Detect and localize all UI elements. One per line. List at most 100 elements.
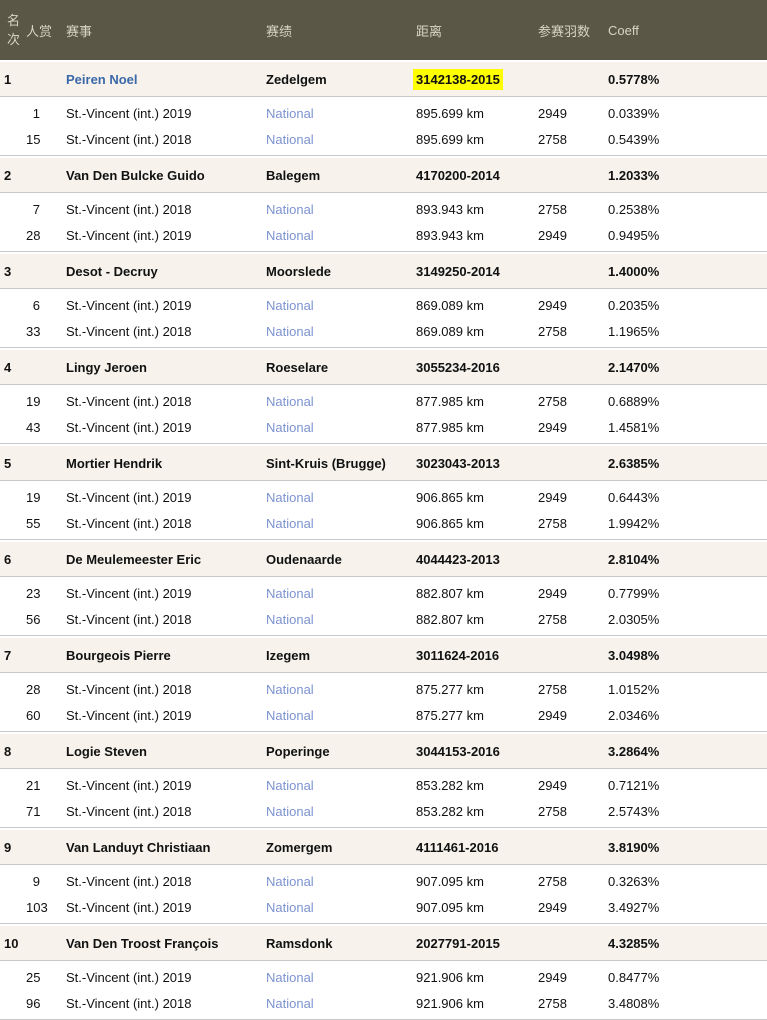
place-cell: 103 [26,900,62,915]
birds-count-cell: 2758 [534,324,604,339]
fancier-name-link[interactable]: Bourgeois Pierre [66,648,171,663]
national-result-link[interactable]: National [266,420,314,435]
result-coeff-cell: 2.5743% [604,804,767,819]
ring-number-cell: 3011624-2016 [416,648,499,663]
ring-number-cell: 3149250-2014 [416,264,500,279]
result-coeff-cell: 0.6443% [604,490,767,505]
event-cell: St.-Vincent (int.) 2018 [62,324,262,339]
fancier-name-link[interactable]: De Meulemeester Eric [66,552,201,567]
place-cell: 9 [26,874,62,889]
national-result-link[interactable]: National [266,132,314,147]
event-cell: St.-Vincent (int.) 2019 [62,586,262,601]
fancier-name-link[interactable]: Van Landuyt Christiaan [66,840,210,855]
national-result-link[interactable]: National [266,394,314,409]
rank-cell: 8 [4,744,26,759]
national-result-link[interactable]: National [266,516,314,531]
result-row: 6 St.-Vincent (int.) 2019 National 869.0… [0,292,767,318]
fancier-name-link[interactable]: Peiren Noel [66,72,138,87]
result-coeff-cell: 1.9942% [604,516,767,531]
result-coeff-cell: 2.0346% [604,708,767,723]
ranking-group: 1 Peiren Noel Zedelgem 3142138-2015 0.57… [0,62,767,156]
results-block: 28 St.-Vincent (int.) 2018 National 875.… [0,672,767,732]
place-cell: 21 [26,778,62,793]
rank-cell: 9 [4,840,26,855]
distance-cell: 893.943 km [412,202,534,217]
place-cell: 33 [26,324,62,339]
distance-cell: 875.277 km [412,682,534,697]
national-result-link[interactable]: National [266,490,314,505]
city-cell: Moorslede [262,264,412,279]
national-result-link[interactable]: National [266,804,314,819]
national-result-link[interactable]: National [266,900,314,915]
result-coeff-cell: 0.9495% [604,228,767,243]
distance-cell: 869.089 km [412,324,534,339]
national-result-link[interactable]: National [266,298,314,313]
national-result-link[interactable]: National [266,586,314,601]
fancier-name-link[interactable]: Desot - Decruy [66,264,158,279]
city-cell: Sint-Kruis (Brugge) [262,456,412,471]
city-cell: Roeselare [262,360,412,375]
birds-count-cell: 2949 [534,298,604,313]
national-result-link[interactable]: National [266,778,314,793]
group-coeff-cell: 4.3285% [604,936,767,951]
city-cell: Zedelgem [262,72,412,87]
column-header-birds: 参赛羽数 [534,21,604,40]
birds-count-cell: 2758 [534,874,604,889]
event-cell: St.-Vincent (int.) 2018 [62,612,262,627]
place-cell: 96 [26,996,62,1011]
group-coeff-cell: 3.8190% [604,840,767,855]
ring-number-cell: 4044423-2013 [416,552,500,567]
result-row: 23 St.-Vincent (int.) 2019 National 882.… [0,580,767,606]
event-cell: St.-Vincent (int.) 2018 [62,996,262,1011]
result-coeff-cell: 3.4927% [604,900,767,915]
event-cell: St.-Vincent (int.) 2019 [62,298,262,313]
result-row: 55 St.-Vincent (int.) 2018 National 906.… [0,510,767,536]
national-result-link[interactable]: National [266,106,314,121]
fancier-summary-row: 9 Van Landuyt Christiaan Zomergem 411146… [0,830,767,864]
national-result-link[interactable]: National [266,612,314,627]
result-coeff-cell: 0.7799% [604,586,767,601]
ranking-group: 10 Van Den Troost François Ramsdonk 2027… [0,926,767,1020]
results-block: 6 St.-Vincent (int.) 2019 National 869.0… [0,288,767,348]
place-cell: 6 [26,298,62,313]
rank-cell: 1 [4,72,26,87]
ranking-groups: 1 Peiren Noel Zedelgem 3142138-2015 0.57… [0,62,767,1020]
fancier-name-link[interactable]: Lingy Jeroen [66,360,147,375]
ranking-group: 5 Mortier Hendrik Sint-Kruis (Brugge) 30… [0,446,767,540]
event-cell: St.-Vincent (int.) 2019 [62,228,262,243]
national-result-link[interactable]: National [266,202,314,217]
fancier-name-link[interactable]: Van Den Troost François [66,936,218,951]
results-block: 19 St.-Vincent (int.) 2019 National 906.… [0,480,767,540]
fancier-summary-row: 2 Van Den Bulcke Guido Balegem 4170200-2… [0,158,767,192]
national-result-link[interactable]: National [266,996,314,1011]
event-cell: St.-Vincent (int.) 2018 [62,394,262,409]
place-cell: 43 [26,420,62,435]
place-cell: 23 [26,586,62,601]
result-coeff-cell: 0.3263% [604,874,767,889]
national-result-link[interactable]: National [266,324,314,339]
national-result-link[interactable]: National [266,708,314,723]
fancier-summary-row: 4 Lingy Jeroen Roeselare 3055234-2016 2.… [0,350,767,384]
place-cell: 1 [26,106,62,121]
national-result-link[interactable]: National [266,228,314,243]
group-coeff-cell: 2.6385% [604,456,767,471]
national-result-link[interactable]: National [266,970,314,985]
result-row: 56 St.-Vincent (int.) 2018 National 882.… [0,606,767,632]
distance-cell: 921.906 km [412,970,534,985]
ranking-group: 4 Lingy Jeroen Roeselare 3055234-2016 2.… [0,350,767,444]
distance-cell: 895.699 km [412,106,534,121]
distance-cell: 882.807 km [412,612,534,627]
distance-cell: 875.277 km [412,708,534,723]
result-row: 28 St.-Vincent (int.) 2018 National 875.… [0,676,767,702]
result-row: 25 St.-Vincent (int.) 2019 National 921.… [0,964,767,990]
national-result-link[interactable]: National [266,682,314,697]
national-result-link[interactable]: National [266,874,314,889]
result-row: 15 St.-Vincent (int.) 2018 National 895.… [0,126,767,152]
fancier-name-link[interactable]: Van Den Bulcke Guido [66,168,205,183]
rank-cell: 5 [4,456,26,471]
fancier-name-link[interactable]: Mortier Hendrik [66,456,162,471]
result-row: 28 St.-Vincent (int.) 2019 National 893.… [0,222,767,248]
fancier-name-link[interactable]: Logie Steven [66,744,147,759]
column-header-result: 赛绩 [262,21,412,40]
event-cell: St.-Vincent (int.) 2018 [62,132,262,147]
